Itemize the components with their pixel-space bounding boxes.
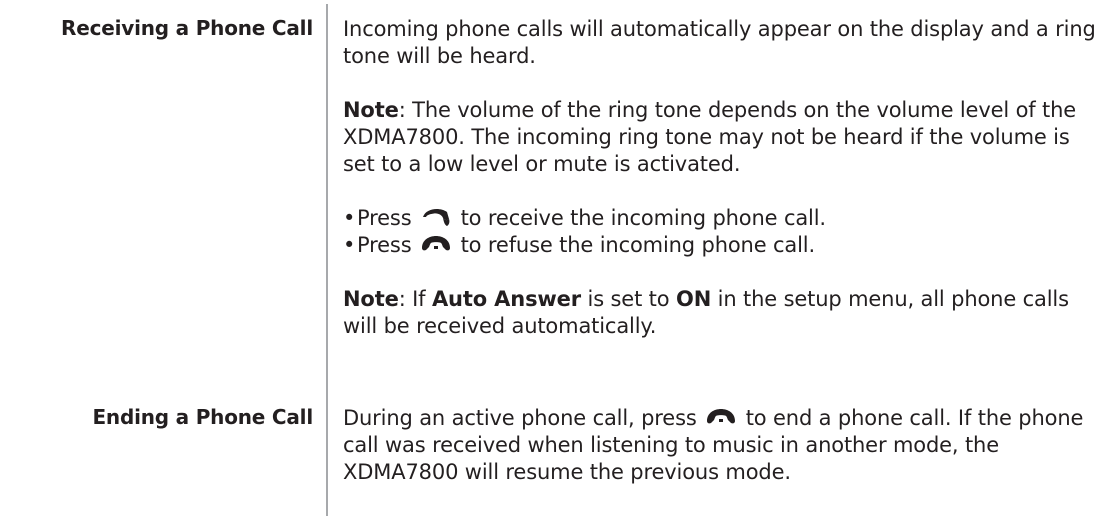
- section-body-receiving: Incoming phone calls will automatically …: [343, 16, 1099, 340]
- auto-answer-term: Auto Answer: [431, 287, 581, 311]
- ending-paragraph: During an active phone call, press to en…: [343, 406, 1084, 484]
- column-divider: [326, 4, 328, 516]
- auto-answer-note: Note: If Auto Answer is set to ON in the…: [343, 287, 1069, 338]
- note-label: Note: [343, 98, 399, 122]
- manual-page: Receiving a Phone Call Incoming phone ca…: [0, 0, 1105, 519]
- intro-paragraph: Incoming phone calls will automatically …: [343, 17, 1096, 68]
- section-heading-receiving: Receiving a Phone Call: [61, 16, 313, 40]
- end-call-icon: [420, 234, 452, 254]
- on-term: ON: [676, 287, 712, 311]
- end-call-icon: [705, 407, 737, 427]
- note-label: Note: [343, 287, 399, 311]
- section-heading-ending: Ending a Phone Call: [92, 405, 313, 429]
- note-text: : The volume of the ring tone depends on…: [343, 98, 1077, 176]
- bullet: •: [343, 233, 356, 257]
- bullet: •: [343, 206, 356, 230]
- section-body-ending: During an active phone call, press to en…: [343, 405, 1099, 486]
- answer-call-icon: [420, 207, 452, 227]
- volume-note: Note: The volume of the ring tone depend…: [343, 97, 1099, 178]
- list-item-receive: •Press to receive the incoming phone cal…: [343, 206, 826, 230]
- list-item-refuse: •Press to refuse the incoming phone call…: [343, 233, 816, 257]
- call-actions-list: •Press to receive the incoming phone cal…: [343, 205, 1099, 259]
